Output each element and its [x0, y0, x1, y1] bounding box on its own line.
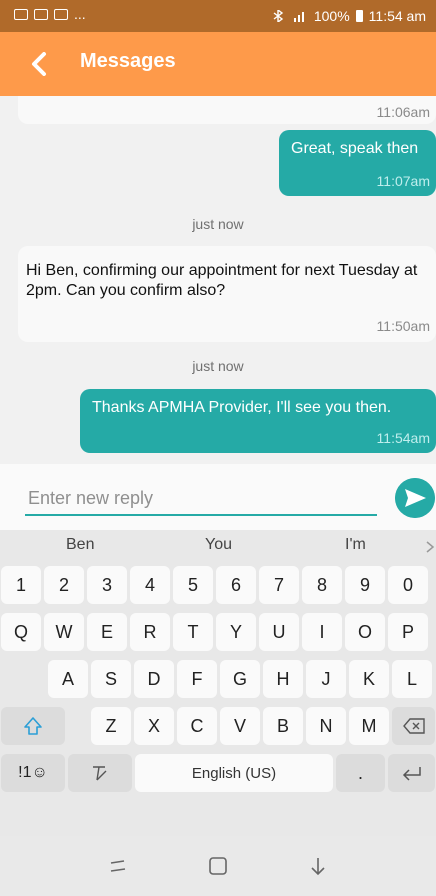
- message-text: Great, speak then: [291, 140, 419, 157]
- key-u[interactable]: U: [259, 613, 299, 651]
- sent-message-bubble: Great, speak then 11:07am: [279, 130, 436, 196]
- key-w[interactable]: W: [44, 613, 84, 651]
- send-icon[interactable]: [395, 478, 435, 518]
- page-title: Messages: [80, 50, 176, 72]
- period-key[interactable]: .: [336, 754, 385, 792]
- key-1[interactable]: 1: [1, 566, 41, 604]
- message-time: 11:54am: [376, 430, 430, 446]
- key-h[interactable]: H: [263, 660, 303, 698]
- key-s[interactable]: S: [91, 660, 131, 698]
- status-bar: ... 100% 11:54 am: [0, 0, 436, 32]
- key-i[interactable]: I: [302, 613, 342, 651]
- key-0[interactable]: 0: [388, 566, 428, 604]
- reply-input[interactable]: [25, 482, 377, 516]
- signal-icon: [293, 12, 304, 22]
- received-message-bubble: Hi Ben, confirming our appointment for n…: [18, 246, 436, 342]
- key-2[interactable]: 2: [44, 566, 84, 604]
- backspace-key[interactable]: [392, 707, 435, 745]
- chevron-right-icon[interactable]: [425, 540, 435, 554]
- message-time: 11:07am: [376, 173, 430, 189]
- handwriting-key[interactable]: [68, 754, 132, 792]
- status-time: 11:54 am: [368, 8, 426, 24]
- handwriting-icon: [93, 766, 107, 781]
- key-m[interactable]: M: [349, 707, 389, 745]
- key-t[interactable]: T: [173, 613, 213, 651]
- app-notification-icon: [34, 8, 48, 20]
- key-x[interactable]: X: [134, 707, 174, 745]
- bluetooth-icon: [273, 10, 284, 22]
- message-text: Hi Ben, confirming our appointment for n…: [26, 262, 418, 299]
- key-4[interactable]: 4: [130, 566, 170, 604]
- key-y[interactable]: Y: [216, 613, 256, 651]
- key-3[interactable]: 3: [87, 566, 127, 604]
- enter-key[interactable]: [388, 754, 435, 792]
- more-notifications: ...: [74, 6, 86, 22]
- key-a[interactable]: A: [48, 660, 88, 698]
- message-time: 11:50am: [376, 318, 430, 334]
- space-bar[interactable]: English (US): [135, 754, 333, 792]
- home-icon[interactable]: [204, 854, 232, 878]
- key-9[interactable]: 9: [345, 566, 385, 604]
- shift-key[interactable]: [1, 707, 65, 745]
- battery-percent: 100%: [313, 8, 350, 24]
- key-k[interactable]: K: [349, 660, 389, 698]
- back-icon[interactable]: [28, 52, 52, 76]
- sent-message-bubble: Thanks APMHA Provider, I'll see you then…: [80, 389, 436, 453]
- key-f[interactable]: F: [177, 660, 217, 698]
- recents-icon[interactable]: [104, 854, 132, 878]
- image-notification-icon: [54, 8, 68, 20]
- key-o[interactable]: O: [345, 613, 385, 651]
- key-l[interactable]: L: [392, 660, 432, 698]
- key-b[interactable]: B: [263, 707, 303, 745]
- message-list[interactable]: 11:06am Great, speak then 11:07am just n…: [0, 96, 436, 458]
- status-bar-system: 100% 11:54 am: [270, 8, 426, 24]
- date-divider: just now: [192, 358, 244, 374]
- key-n[interactable]: N: [306, 707, 346, 745]
- reply-composer: [0, 464, 436, 530]
- suggestion-3[interactable]: I'm: [345, 536, 366, 554]
- key-r[interactable]: R: [130, 613, 170, 651]
- key-j[interactable]: J: [306, 660, 346, 698]
- suggestion-1[interactable]: Ben: [66, 536, 94, 554]
- system-nav-bar: [0, 836, 436, 896]
- key-p[interactable]: P: [388, 613, 428, 651]
- date-divider: just now: [192, 216, 244, 232]
- shift-icon: [24, 717, 42, 735]
- key-5[interactable]: 5: [173, 566, 213, 604]
- symbols-key[interactable]: !1☺: [1, 754, 65, 792]
- key-e[interactable]: E: [87, 613, 127, 651]
- key-d[interactable]: D: [134, 660, 174, 698]
- battery-icon: [355, 10, 363, 22]
- app-bar: Messages: [0, 32, 436, 96]
- on-screen-keyboard: Ben You I'm 1 2 3 4 5 6 7 8 9 0 Q W E R …: [0, 530, 436, 836]
- received-message-bubble: 11:06am: [18, 96, 436, 124]
- backspace-icon: [402, 718, 425, 734]
- message-time: 11:06am: [376, 104, 430, 120]
- key-c[interactable]: C: [177, 707, 217, 745]
- back-nav-icon[interactable]: [304, 854, 332, 878]
- key-7[interactable]: 7: [259, 566, 299, 604]
- key-q[interactable]: Q: [1, 613, 41, 651]
- key-8[interactable]: 8: [302, 566, 342, 604]
- status-bar-notifications: ...: [14, 6, 86, 22]
- key-6[interactable]: 6: [216, 566, 256, 604]
- suggestion-2[interactable]: You: [205, 536, 232, 554]
- key-v[interactable]: V: [220, 707, 260, 745]
- message-text: Thanks APMHA Provider, I'll see you then…: [92, 399, 392, 416]
- email-notification-icon: [14, 8, 28, 20]
- key-z[interactable]: Z: [91, 707, 131, 745]
- key-g[interactable]: G: [220, 660, 260, 698]
- enter-icon: [402, 767, 421, 781]
